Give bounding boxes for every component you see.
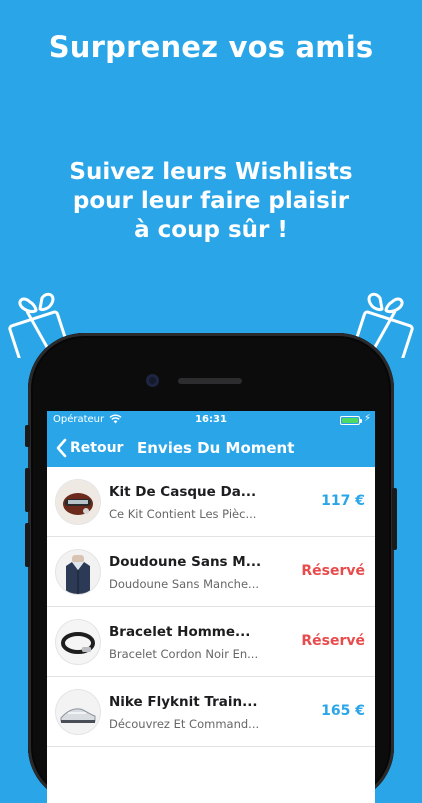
tagline: Suivez leurs Wishlists pour leur faire p…: [40, 158, 382, 245]
reserved-badge: Réservé: [301, 633, 365, 649]
power-button: [392, 488, 397, 550]
charging-icon: ⚡: [364, 413, 372, 424]
earpiece-speaker: [178, 378, 242, 384]
item-subtitle: Bracelet Cordon Noir En...: [109, 647, 259, 661]
list-item[interactable]: Doudoune Sans M... Doudoune Sans Manche.…: [47, 537, 375, 607]
tagline-line-1: Suivez leurs Wishlists: [69, 159, 353, 185]
back-button[interactable]: Retour: [55, 437, 123, 459]
status-bar: Opérateur 16:31 ⚡: [47, 411, 375, 431]
list-item[interactable]: Bracelet Homme... Bracelet Cordon Noir E…: [47, 607, 375, 677]
item-subtitle: Découvrez Et Command...: [109, 717, 260, 731]
chevron-left-icon: [56, 438, 67, 458]
list-item[interactable]: Nike Flyknit Train... Découvrez Et Comma…: [47, 677, 375, 747]
item-price: 117 €: [321, 493, 365, 509]
reserved-badge: Réservé: [301, 563, 365, 579]
volume-up-button: [25, 468, 30, 512]
battery-icon: [340, 416, 360, 425]
vest-thumbnail: [56, 550, 100, 594]
item-title: Kit De Casque Da...: [109, 484, 257, 500]
item-title: Bracelet Homme...: [109, 624, 251, 640]
sneaker-thumbnail: [56, 690, 100, 734]
app-screen: Opérateur 16:31 ⚡ Retour Envies Du Momen…: [47, 411, 375, 803]
item-subtitle: Doudoune Sans Manche...: [109, 577, 260, 591]
page-title: Envies Du Moment: [137, 439, 295, 457]
phone-frame: Opérateur 16:31 ⚡ Retour Envies Du Momen…: [25, 333, 397, 803]
back-label: Retour: [70, 440, 124, 456]
navigation-bar: Opérateur 16:31 ⚡ Retour Envies Du Momen…: [47, 411, 375, 467]
item-subtitle: Ce Kit Contient Les Pièc...: [109, 507, 257, 521]
item-title: Nike Flyknit Train...: [109, 694, 258, 710]
status-time: 16:31: [195, 414, 227, 425]
list-item[interactable]: Kit De Casque Da... Ce Kit Contient Les …: [47, 467, 375, 537]
helmet-kit-thumbnail: [56, 480, 100, 524]
wishlist: Kit De Casque Da... Ce Kit Contient Les …: [47, 467, 375, 747]
tagline-line-2: pour leur faire plaisir: [72, 188, 350, 214]
mute-switch: [25, 425, 30, 447]
tagline-line-3: à coup sûr !: [134, 217, 288, 243]
item-title: Doudoune Sans M...: [109, 554, 262, 570]
item-price: 165 €: [321, 703, 365, 719]
headline: Surprenez vos amis: [48, 30, 374, 64]
front-camera: [146, 374, 159, 387]
volume-down-button: [25, 523, 30, 567]
battery-nub: [360, 419, 362, 423]
bracelet-thumbnail: [56, 620, 100, 664]
